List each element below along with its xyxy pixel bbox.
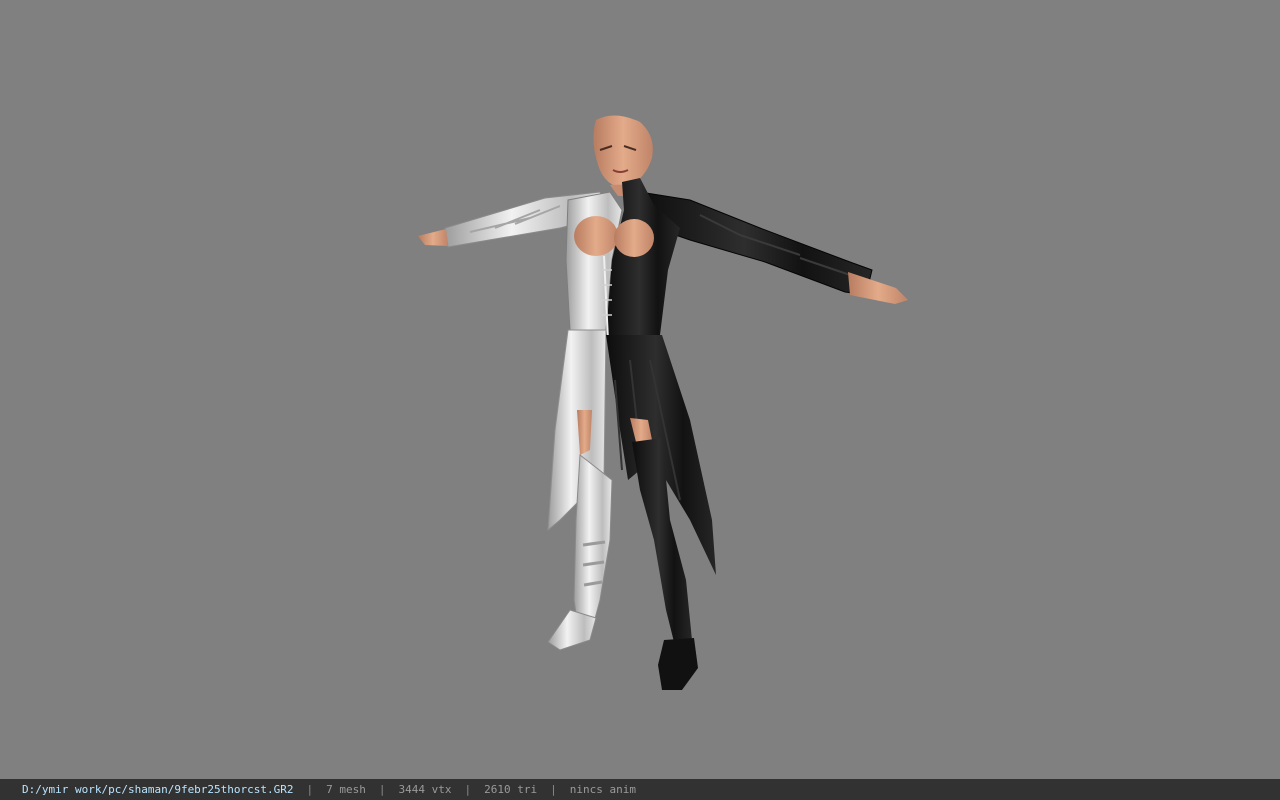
left-hand [418, 229, 448, 246]
file-path: D:/ymir work/pc/shaman/9febr25thorcst.GR… [22, 783, 294, 796]
status-bar: D:/ymir work/pc/shaman/9febr25thorcst.GR… [0, 779, 1280, 800]
mesh-count: 7 mesh [326, 783, 366, 796]
right-boot [658, 638, 698, 690]
skirt [547, 329, 716, 575]
character-model [418, 115, 908, 690]
model-viewer-window: D:/ymir work/pc/shaman/9febr25thorcst.GR… [0, 0, 1280, 800]
status-separator: | [550, 783, 557, 796]
right-hand [848, 272, 908, 304]
status-separator: | [378, 783, 386, 796]
status-separator: | [464, 783, 472, 796]
status-separator: | [306, 783, 314, 796]
triangle-count: 2610 tri [484, 783, 538, 796]
left-boot [547, 609, 597, 651]
animation-status: nincs anim [569, 783, 636, 796]
right-arm-black [639, 191, 908, 304]
3d-viewport[interactable] [0, 0, 1280, 779]
vertex-count: 3444 vtx [398, 783, 452, 796]
